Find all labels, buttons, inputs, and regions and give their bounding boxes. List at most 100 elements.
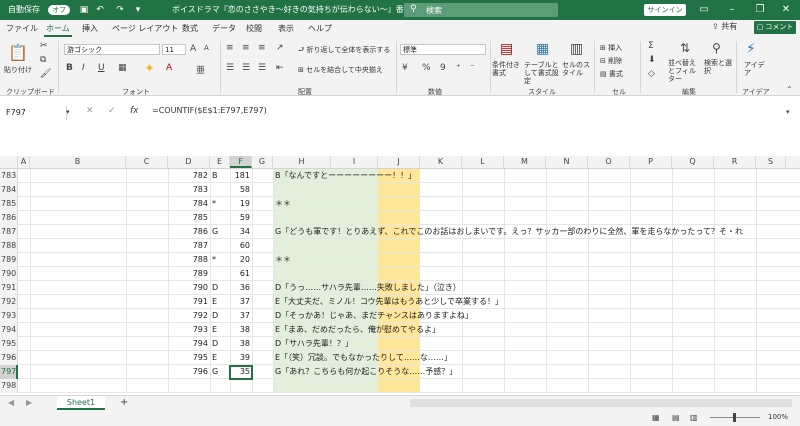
column-header[interactable]: P xyxy=(630,156,672,168)
ideas-button[interactable]: アイデア xyxy=(744,61,768,77)
column-header[interactable]: G xyxy=(252,156,273,168)
cell-h[interactable]: D「うっ……サハラ先輩……失敗しました」（泣き） xyxy=(275,281,461,295)
cell-f[interactable]: 38 xyxy=(230,337,250,351)
row-header[interactable]: 783 xyxy=(0,169,18,183)
cell-d[interactable]: 783 xyxy=(168,183,208,197)
tab-home[interactable]: ホーム xyxy=(46,23,70,34)
redo-icon[interactable]: ↷ xyxy=(114,4,126,16)
row-header[interactable]: 795 xyxy=(0,337,18,351)
cell-e[interactable] xyxy=(212,379,228,393)
cell-d[interactable]: 793 xyxy=(168,323,208,337)
restore-icon[interactable]: ❐ xyxy=(750,2,770,18)
next-sheet-icon[interactable]: ▶ xyxy=(26,398,32,407)
tab-insert[interactable]: 挿入 xyxy=(82,23,98,34)
cell-f[interactable]: 34 xyxy=(230,225,250,239)
font-name-select[interactable]: 游ゴシック xyxy=(64,44,160,55)
merge-center-button[interactable]: ⊞ セルを結合して中央揃え xyxy=(298,65,383,75)
cell-h[interactable]: B「なんですとーーーーーーーー！！」 xyxy=(275,169,416,183)
tab-file[interactable]: ファイル xyxy=(6,23,38,34)
cell-f[interactable]: 181 xyxy=(230,169,250,183)
row-header[interactable]: 797 xyxy=(0,365,18,379)
cell-f[interactable]: 39 xyxy=(230,351,250,365)
cell-d[interactable]: 791 xyxy=(168,295,208,309)
paste-icon[interactable]: 📋 xyxy=(8,43,28,62)
cell-f[interactable]: 60 xyxy=(230,239,250,253)
cell-d[interactable]: 795 xyxy=(168,351,208,365)
column-header[interactable]: E xyxy=(210,156,230,168)
font-shrink-icon[interactable]: A xyxy=(204,44,209,52)
cell-e[interactable]: B xyxy=(212,169,228,183)
cell-e[interactable]: E xyxy=(212,295,228,309)
delete-cells-button[interactable]: ⊟ 削除 xyxy=(600,56,622,66)
expand-formula-icon[interactable]: ▾ xyxy=(786,108,790,116)
cell-h[interactable]: G「どうも軍です！とりあえず、これでこのお話はおしまいです。えっ？サッカー部のわ… xyxy=(275,225,743,239)
insert-function-icon[interactable]: fx xyxy=(130,106,139,116)
align-left-icon[interactable]: ☰ xyxy=(226,63,234,73)
row-header[interactable]: 792 xyxy=(0,295,18,309)
column-header[interactable]: C xyxy=(126,156,168,168)
cell-h[interactable]: E「大丈夫だ、ミノル！コウ先輩はもうあと少しで卒業する！」 xyxy=(275,295,503,309)
phonetic-icon[interactable]: 亜 xyxy=(196,63,205,76)
align-middle-icon[interactable]: ≡ xyxy=(242,43,250,53)
cell-d[interactable]: 787 xyxy=(168,239,208,253)
cell-style-icon[interactable]: ▥ xyxy=(570,41,583,57)
column-header[interactable]: K xyxy=(420,156,462,168)
close-icon[interactable]: ✕ xyxy=(776,2,796,18)
cell-e[interactable] xyxy=(212,267,228,281)
cell-d[interactable] xyxy=(168,379,208,393)
zoom-slider-thumb[interactable] xyxy=(733,413,736,422)
cut-icon[interactable]: ✂ xyxy=(40,41,48,51)
customize-qat-icon[interactable]: ▾ xyxy=(132,4,144,16)
cancel-icon[interactable]: ✕ xyxy=(86,106,94,116)
cell-style-button[interactable]: セルのスタイル xyxy=(562,61,590,77)
column-header[interactable]: L xyxy=(462,156,504,168)
clear-icon[interactable]: ◇ xyxy=(648,69,655,79)
tab-view[interactable]: 表示 xyxy=(278,23,294,34)
cell-f[interactable]: 61 xyxy=(230,267,250,281)
cell-d[interactable]: 784 xyxy=(168,197,208,211)
collapse-ribbon-icon[interactable]: ⌃ xyxy=(786,85,793,94)
increase-decimal-icon[interactable]: ⁺ xyxy=(456,63,461,73)
paste-button[interactable]: 貼り付け xyxy=(4,65,32,75)
bold-icon[interactable]: B xyxy=(66,63,73,73)
cell-d[interactable]: 788 xyxy=(168,253,208,267)
cell-h[interactable]: ＊＊ xyxy=(275,253,291,267)
horizontal-scrollbar[interactable] xyxy=(410,399,792,407)
share-button[interactable]: ⇪ 共有 xyxy=(712,21,748,34)
column-header[interactable]: R xyxy=(714,156,756,168)
name-box-dropdown-icon[interactable]: ▾ xyxy=(66,108,70,116)
minimize-icon[interactable]: – xyxy=(722,2,742,18)
cell-h[interactable]: E「まあ、だめだったら、俺が慰めてやるよ」 xyxy=(275,323,440,337)
normal-view-icon[interactable]: ▦ xyxy=(652,413,660,422)
row-header[interactable]: 786 xyxy=(0,211,18,225)
currency-icon[interactable]: ¥ xyxy=(402,63,408,73)
comment-button[interactable]: ▢ コメント xyxy=(754,21,796,34)
percent-icon[interactable]: % xyxy=(422,63,431,73)
cell-f[interactable]: 36 xyxy=(230,281,250,295)
copy-icon[interactable]: ⧉ xyxy=(40,55,46,65)
formula-input[interactable]: =COUNTIF($E$1:E797,E797) xyxy=(152,106,267,115)
cell-f[interactable]: 38 xyxy=(230,323,250,337)
font-grow-icon[interactable]: A xyxy=(190,44,196,54)
column-header[interactable]: S xyxy=(756,156,786,168)
row-header[interactable]: 796 xyxy=(0,351,18,365)
cell-d[interactable]: 794 xyxy=(168,337,208,351)
cell-f[interactable]: 59 xyxy=(230,211,250,225)
cell-e[interactable]: G xyxy=(212,365,228,379)
cell-e[interactable]: G xyxy=(212,225,228,239)
column-header[interactable]: I xyxy=(331,156,378,168)
cell-e[interactable]: * xyxy=(212,197,228,211)
column-header[interactable]: A xyxy=(18,156,30,168)
conditional-format-icon[interactable]: ▤ xyxy=(500,41,513,57)
column-header[interactable]: O xyxy=(588,156,630,168)
name-box[interactable]: F797 xyxy=(3,106,67,120)
row-header[interactable]: 785 xyxy=(0,197,18,211)
column-header[interactable]: J xyxy=(378,156,420,168)
number-format-select[interactable]: 標準 xyxy=(400,44,486,55)
select-all-corner[interactable] xyxy=(0,156,18,168)
column-header[interactable]: D xyxy=(168,156,210,168)
row-header[interactable]: 788 xyxy=(0,239,18,253)
font-size-select[interactable]: 11 xyxy=(162,44,186,55)
cell-e[interactable] xyxy=(212,183,228,197)
align-center-icon[interactable]: ☰ xyxy=(242,63,250,73)
